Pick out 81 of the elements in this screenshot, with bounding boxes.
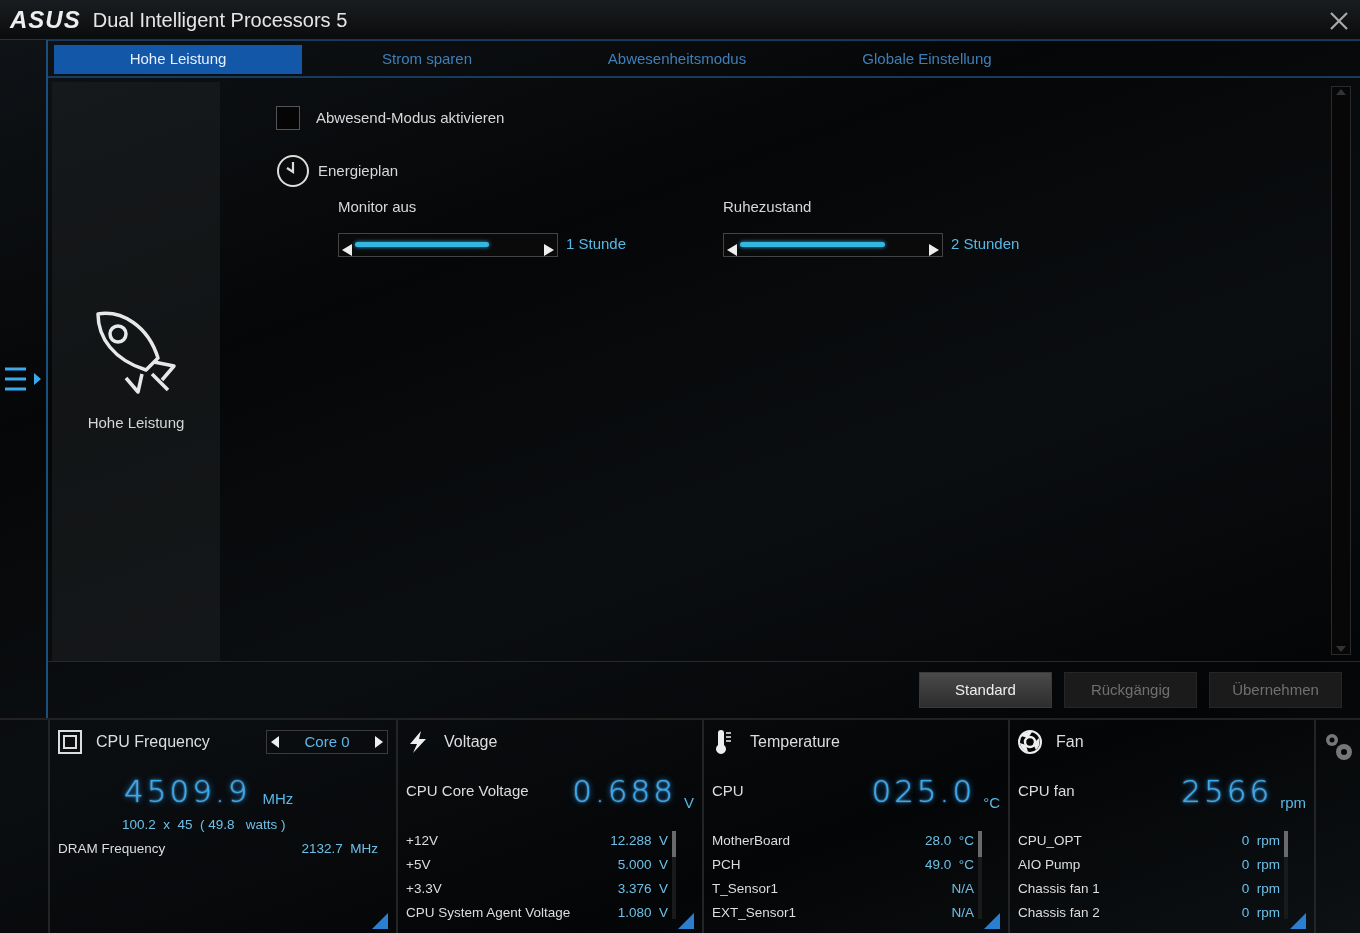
readout-label: CPU Core Voltage [406, 781, 529, 801]
selector-value: Core 0 [304, 731, 350, 752]
slider[interactable] [338, 232, 558, 257]
window-title: Dual Intelligent Processors 5 [92, 7, 348, 33]
row-label: PCH [712, 855, 741, 874]
row-label: EXT_Sensor1 [712, 904, 797, 923]
readout-label: CPU fan [1018, 781, 1075, 801]
readout-unit: MHz [262, 789, 294, 809]
row-value: N/A [951, 904, 974, 923]
row-label: +5V [406, 855, 431, 874]
slider[interactable] [723, 232, 943, 257]
row-value: 0 rpm [1241, 855, 1280, 874]
row-label: MotherBoard [712, 831, 791, 850]
panel-title: Temperature [750, 732, 840, 752]
row-label: T_Sensor1 [712, 880, 779, 898]
row-label: DRAM Frequency [58, 839, 166, 858]
row-label: +12V [406, 831, 438, 850]
tab[interactable]: Abwesenheitsmodus [552, 45, 802, 74]
expand-corner-icon[interactable] [678, 913, 694, 929]
slider-reading: 2 Stunden [951, 234, 1020, 255]
expand-corner-icon[interactable] [984, 913, 1000, 929]
slider-label: Monitor aus [338, 197, 418, 217]
fan-icon [1018, 730, 1042, 754]
readout-unit: V [684, 793, 694, 813]
logo: ASUS [10, 7, 81, 32]
right-arrow-icon[interactable] [928, 242, 940, 257]
row-value: 5.000 V [617, 855, 668, 874]
slider-fill[interactable] [740, 242, 886, 247]
tab[interactable]: Globale Einstellung [802, 45, 1052, 74]
row-value: 0 rpm [1241, 831, 1280, 850]
row-value: N/A [951, 880, 974, 898]
row-label: Chassis fan 2 [1018, 904, 1100, 923]
left-arrow-icon[interactable] [271, 736, 279, 748]
row-label: +3.3V [406, 880, 442, 898]
core-selector[interactable]: Core 0 [266, 730, 388, 754]
expand-corner-icon[interactable] [372, 913, 388, 929]
readout-value: 2566 [1181, 772, 1273, 811]
row-label: AIO Pump [1018, 855, 1081, 874]
readout-unit: °C [983, 793, 1000, 813]
row-value: 49.0 °C [925, 855, 974, 874]
readout-unit: rpm [1280, 793, 1306, 813]
section-title: Energieplan [318, 160, 399, 181]
row-value: 12.288 V [610, 831, 668, 850]
scrollbar[interactable] [978, 830, 982, 919]
slider-reading: 1 Stunde [566, 234, 627, 255]
left-arrow-icon[interactable] [341, 242, 353, 257]
row-value: 0 rpm [1241, 880, 1280, 898]
slider-label: Ruhezustand [723, 197, 813, 217]
readout-detail: 100.2 x 45 ( 49.8 watts ) [122, 815, 287, 834]
row-value: 28.0 °C [925, 831, 974, 850]
expand-corner-icon[interactable] [1290, 913, 1306, 929]
readout-value: 0.688 [572, 772, 676, 811]
left-arrow-icon[interactable] [726, 242, 738, 257]
right-arrow-icon[interactable] [543, 242, 555, 257]
row-label: CPU_OPT [1018, 831, 1082, 850]
readout-value: 4509.9 [124, 772, 251, 811]
tab[interactable]: Hohe Leistung [54, 45, 302, 74]
row-value: 3.376 V [617, 880, 668, 898]
panel-title: Voltage [444, 732, 498, 752]
action-button[interactable]: Standard [919, 672, 1052, 708]
right-arrow-icon[interactable] [375, 736, 383, 748]
row-value: 2132.7 MHz [301, 839, 378, 858]
row-label: Chassis fan 1 [1018, 880, 1100, 898]
scrollbar[interactable] [1284, 830, 1288, 919]
slider-fill[interactable] [355, 242, 489, 247]
mode-label: Hohe Leistung [87, 413, 185, 434]
checkbox-label: Abwesend-Modus aktivieren [316, 107, 505, 128]
checkbox[interactable] [276, 106, 300, 130]
menu-icon[interactable] [4, 366, 42, 392]
tab[interactable]: Strom sparen [302, 45, 552, 74]
close-icon [1328, 9, 1350, 32]
panel-title: Fan [1056, 732, 1084, 752]
row-value: 0 rpm [1241, 904, 1280, 923]
row-value: 1.080 V [617, 904, 668, 923]
panel-title: CPU Frequency [96, 732, 210, 752]
clock-icon [276, 154, 310, 188]
scrollbar[interactable] [672, 830, 676, 919]
readout-label: CPU [712, 781, 744, 801]
readout-value: 025.0 [871, 772, 976, 811]
row-label: CPU System Agent Voltage [406, 904, 571, 923]
chip-icon [58, 730, 82, 754]
